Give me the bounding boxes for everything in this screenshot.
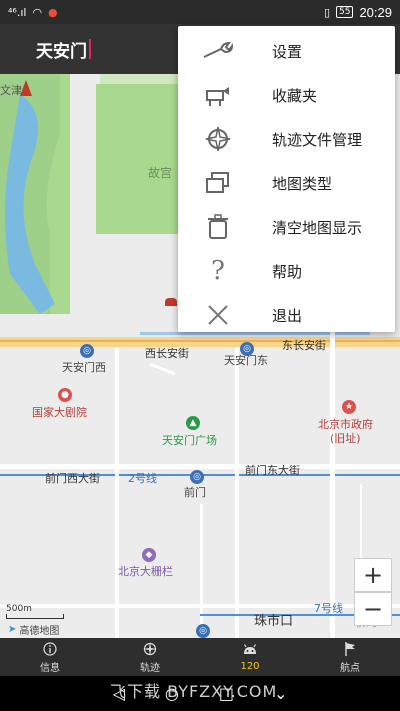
square-icon: ▲ [186,416,200,430]
subway-icon: ◎ [190,470,204,484]
map-marker-icon [165,298,177,306]
poi-label-dashilan: 北京大栅栏 [118,565,173,578]
menu-label-help: 帮助 [272,262,303,281]
nav-item-waypoint[interactable]: 航点 [300,638,400,676]
trash-icon [200,214,236,240]
poi-label-beijing-gov-sub: (旧址) [330,432,361,445]
scale-bar [6,614,64,619]
amap-logo-icon: ➤ [8,624,17,635]
status-bar: ⁴⁶.ıl ◠ ● ▯ 55 20:29 [0,0,400,24]
close-icon [200,302,236,328]
overflow-menu: 设置 收藏夹 轨迹文件管理 地图类型 清空地图显示 ? 帮助 退出 [178,26,395,332]
nav-label-waypoint: 航点 [340,662,360,674]
amap-logo-text: 高德地图 [19,626,60,637]
nav-item-track[interactable]: 轨迹 [100,638,200,676]
waypoint-icon [342,641,358,657]
subway-icon: ◎ [80,344,94,358]
menu-label-favorites: 收藏夹 [272,86,318,105]
info-icon [42,641,58,657]
search-input[interactable]: 天安门 [36,37,87,62]
nav-label-info: 信息 [40,662,60,674]
zoom-out-button[interactable]: − [354,592,392,626]
scale-label: 500m [6,604,32,614]
subway-line-label-7: 7号线 [314,602,343,615]
poi-label-national-theater: 国家大剧院 [32,406,87,419]
station-label-tiananmen-east: 天安门东 [224,354,268,367]
text-cursor [89,39,91,59]
poi-label-tiananmen-square: 天安门广场 [162,434,217,447]
nav-item-info[interactable]: 信息 [0,638,100,676]
north-arrow-icon [20,80,32,96]
help-icon: ? [211,256,225,286]
menu-label-settings: 设置 [272,42,303,61]
menu-item-favorites[interactable]: 收藏夹 [178,73,395,117]
subway-line-label-2: 2号线 [128,472,157,485]
menu-item-clear-map[interactable]: 清空地图显示 [178,205,395,249]
road-label-qianmen-west: 前门西大街 [45,472,100,485]
compass-icon [200,126,236,152]
android-icon [242,643,258,659]
nav-item-120[interactable]: 120 [200,638,300,676]
clock: 20:29 [359,4,392,20]
map-label-wenjin: 文津 [0,84,22,97]
theater-icon: ● [58,388,72,402]
battery-indicator: 55 [336,6,354,18]
menu-item-map-type[interactable]: 地图类型 [178,161,395,205]
menu-label-track-files: 轨迹文件管理 [272,130,363,149]
signal-icon: ⁴⁶.ıl [8,5,27,19]
menu-label-clear-map: 清空地图显示 [272,218,363,237]
alarm-icon: ● [48,5,58,19]
favorites-icon [200,82,236,108]
government-icon: ★ [342,400,356,414]
track-icon [142,641,158,657]
bottom-nav: 信息 轨迹 120 航点 [0,638,400,676]
poi-label-zhushikou: 珠市口 [254,614,294,629]
road-label-qianmen-east: 前门东大街 [245,464,300,477]
shopping-icon: ◆ [142,548,156,562]
menu-item-settings[interactable]: 设置 [178,29,395,73]
nav-label-track: 轨迹 [140,662,160,674]
station-label-qianmen: 前门 [184,486,206,499]
amap-logo: ➤ 高德地图 [8,622,59,637]
nav-label-120: 120 [240,660,260,672]
watermark: 飞下载 BYFZXY.COM [110,682,278,701]
road-label-east-chang-an: 东长安街 [282,339,326,352]
menu-label-map-type: 地图类型 [272,174,333,193]
vibrate-icon: ▯ [323,5,330,19]
station-label-tiananmen-west: 天安门西 [62,361,106,374]
zoom-in-button[interactable]: + [354,558,392,592]
menu-item-track-files[interactable]: 轨迹文件管理 [178,117,395,161]
wrench-icon [200,38,236,64]
map-label-gugong: 故宫 [148,166,173,180]
menu-item-exit[interactable]: 退出 [178,293,395,337]
layers-icon [200,170,236,196]
menu-label-exit: 退出 [272,306,303,325]
road-label-west-chang-an: 西长安街 [145,347,189,360]
subway-icon: ◎ [196,624,210,638]
menu-item-help[interactable]: ? 帮助 [178,249,395,293]
wifi-icon: ◠ [32,5,43,19]
